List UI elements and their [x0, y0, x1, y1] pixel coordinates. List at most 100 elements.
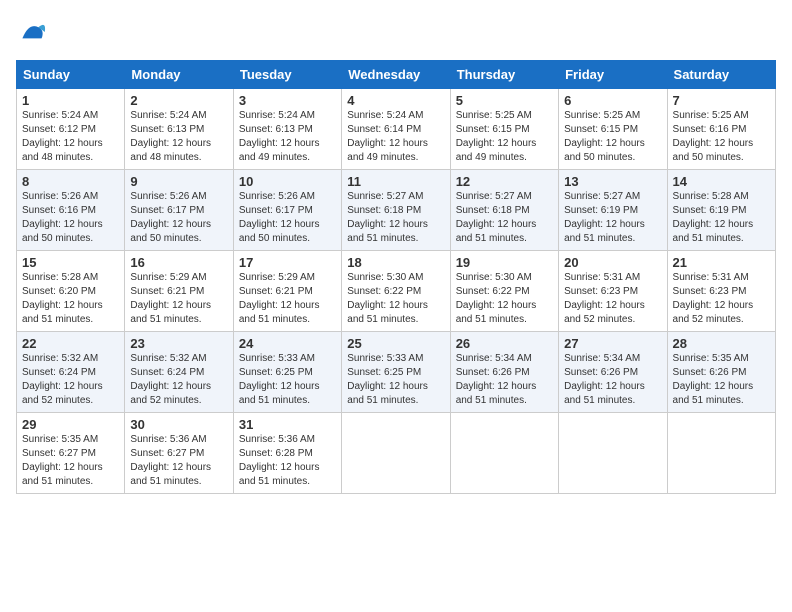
calendar-cell: 19Sunrise: 5:30 AMSunset: 6:22 PMDayligh… [450, 251, 558, 332]
day-info: Sunrise: 5:29 AMSunset: 6:21 PMDaylight:… [239, 271, 336, 327]
day-number: 27 [564, 336, 661, 351]
day-number: 30 [130, 417, 227, 432]
day-info: Sunrise: 5:27 AMSunset: 6:19 PMDaylight:… [564, 190, 661, 246]
day-number: 17 [239, 255, 336, 270]
day-info: Sunrise: 5:31 AMSunset: 6:23 PMDaylight:… [564, 271, 661, 327]
day-info: Sunrise: 5:30 AMSunset: 6:22 PMDaylight:… [347, 271, 444, 327]
col-header-sunday: Sunday [17, 61, 125, 89]
calendar-cell: 12Sunrise: 5:27 AMSunset: 6:18 PMDayligh… [450, 170, 558, 251]
calendar-cell: 3Sunrise: 5:24 AMSunset: 6:13 PMDaylight… [233, 89, 341, 170]
calendar-cell: 9Sunrise: 5:26 AMSunset: 6:17 PMDaylight… [125, 170, 233, 251]
calendar-cell: 17Sunrise: 5:29 AMSunset: 6:21 PMDayligh… [233, 251, 341, 332]
day-info: Sunrise: 5:26 AMSunset: 6:17 PMDaylight:… [239, 190, 336, 246]
calendar-cell: 31Sunrise: 5:36 AMSunset: 6:28 PMDayligh… [233, 413, 341, 494]
day-number: 20 [564, 255, 661, 270]
calendar-cell: 13Sunrise: 5:27 AMSunset: 6:19 PMDayligh… [559, 170, 667, 251]
calendar-cell: 28Sunrise: 5:35 AMSunset: 6:26 PMDayligh… [667, 332, 775, 413]
calendar-cell: 23Sunrise: 5:32 AMSunset: 6:24 PMDayligh… [125, 332, 233, 413]
day-number: 28 [673, 336, 770, 351]
day-number: 13 [564, 174, 661, 189]
day-number: 12 [456, 174, 553, 189]
day-number: 15 [22, 255, 119, 270]
day-info: Sunrise: 5:32 AMSunset: 6:24 PMDaylight:… [130, 352, 227, 408]
calendar-cell: 4Sunrise: 5:24 AMSunset: 6:14 PMDaylight… [342, 89, 450, 170]
calendar-cell: 2Sunrise: 5:24 AMSunset: 6:13 PMDaylight… [125, 89, 233, 170]
day-number: 3 [239, 93, 336, 108]
calendar-cell: 26Sunrise: 5:34 AMSunset: 6:26 PMDayligh… [450, 332, 558, 413]
week-row-5: 29Sunrise: 5:35 AMSunset: 6:27 PMDayligh… [17, 413, 776, 494]
calendar-cell [667, 413, 775, 494]
calendar-cell [559, 413, 667, 494]
day-number: 24 [239, 336, 336, 351]
day-info: Sunrise: 5:27 AMSunset: 6:18 PMDaylight:… [456, 190, 553, 246]
calendar-cell: 5Sunrise: 5:25 AMSunset: 6:15 PMDaylight… [450, 89, 558, 170]
day-number: 10 [239, 174, 336, 189]
calendar-cell: 11Sunrise: 5:27 AMSunset: 6:18 PMDayligh… [342, 170, 450, 251]
day-info: Sunrise: 5:34 AMSunset: 6:26 PMDaylight:… [564, 352, 661, 408]
calendar-cell: 10Sunrise: 5:26 AMSunset: 6:17 PMDayligh… [233, 170, 341, 251]
calendar-cell: 30Sunrise: 5:36 AMSunset: 6:27 PMDayligh… [125, 413, 233, 494]
day-number: 16 [130, 255, 227, 270]
day-info: Sunrise: 5:24 AMSunset: 6:13 PMDaylight:… [239, 109, 336, 165]
day-number: 7 [673, 93, 770, 108]
col-header-thursday: Thursday [450, 61, 558, 89]
day-info: Sunrise: 5:29 AMSunset: 6:21 PMDaylight:… [130, 271, 227, 327]
col-header-wednesday: Wednesday [342, 61, 450, 89]
col-header-saturday: Saturday [667, 61, 775, 89]
day-number: 2 [130, 93, 227, 108]
day-number: 21 [673, 255, 770, 270]
calendar-cell: 25Sunrise: 5:33 AMSunset: 6:25 PMDayligh… [342, 332, 450, 413]
day-info: Sunrise: 5:33 AMSunset: 6:25 PMDaylight:… [239, 352, 336, 408]
day-info: Sunrise: 5:31 AMSunset: 6:23 PMDaylight:… [673, 271, 770, 327]
day-info: Sunrise: 5:32 AMSunset: 6:24 PMDaylight:… [22, 352, 119, 408]
day-info: Sunrise: 5:36 AMSunset: 6:28 PMDaylight:… [239, 433, 336, 489]
day-number: 18 [347, 255, 444, 270]
day-info: Sunrise: 5:24 AMSunset: 6:14 PMDaylight:… [347, 109, 444, 165]
day-number: 26 [456, 336, 553, 351]
calendar-cell: 6Sunrise: 5:25 AMSunset: 6:15 PMDaylight… [559, 89, 667, 170]
day-info: Sunrise: 5:34 AMSunset: 6:26 PMDaylight:… [456, 352, 553, 408]
calendar-cell: 22Sunrise: 5:32 AMSunset: 6:24 PMDayligh… [17, 332, 125, 413]
day-number: 1 [22, 93, 119, 108]
header [16, 16, 776, 48]
calendar-cell: 14Sunrise: 5:28 AMSunset: 6:19 PMDayligh… [667, 170, 775, 251]
day-number: 19 [456, 255, 553, 270]
logo [16, 16, 52, 48]
calendar-cell: 1Sunrise: 5:24 AMSunset: 6:12 PMDaylight… [17, 89, 125, 170]
day-info: Sunrise: 5:28 AMSunset: 6:20 PMDaylight:… [22, 271, 119, 327]
day-number: 8 [22, 174, 119, 189]
day-info: Sunrise: 5:25 AMSunset: 6:16 PMDaylight:… [673, 109, 770, 165]
calendar-cell: 18Sunrise: 5:30 AMSunset: 6:22 PMDayligh… [342, 251, 450, 332]
calendar-cell: 24Sunrise: 5:33 AMSunset: 6:25 PMDayligh… [233, 332, 341, 413]
day-info: Sunrise: 5:25 AMSunset: 6:15 PMDaylight:… [456, 109, 553, 165]
day-number: 29 [22, 417, 119, 432]
day-number: 22 [22, 336, 119, 351]
day-info: Sunrise: 5:26 AMSunset: 6:16 PMDaylight:… [22, 190, 119, 246]
day-info: Sunrise: 5:35 AMSunset: 6:27 PMDaylight:… [22, 433, 119, 489]
calendar-cell [450, 413, 558, 494]
day-info: Sunrise: 5:26 AMSunset: 6:17 PMDaylight:… [130, 190, 227, 246]
day-info: Sunrise: 5:25 AMSunset: 6:15 PMDaylight:… [564, 109, 661, 165]
week-row-2: 8Sunrise: 5:26 AMSunset: 6:16 PMDaylight… [17, 170, 776, 251]
col-header-tuesday: Tuesday [233, 61, 341, 89]
week-row-3: 15Sunrise: 5:28 AMSunset: 6:20 PMDayligh… [17, 251, 776, 332]
calendar-cell: 16Sunrise: 5:29 AMSunset: 6:21 PMDayligh… [125, 251, 233, 332]
day-info: Sunrise: 5:33 AMSunset: 6:25 PMDaylight:… [347, 352, 444, 408]
day-number: 23 [130, 336, 227, 351]
calendar-cell: 29Sunrise: 5:35 AMSunset: 6:27 PMDayligh… [17, 413, 125, 494]
day-info: Sunrise: 5:28 AMSunset: 6:19 PMDaylight:… [673, 190, 770, 246]
week-row-1: 1Sunrise: 5:24 AMSunset: 6:12 PMDaylight… [17, 89, 776, 170]
col-header-friday: Friday [559, 61, 667, 89]
day-info: Sunrise: 5:30 AMSunset: 6:22 PMDaylight:… [456, 271, 553, 327]
day-number: 9 [130, 174, 227, 189]
calendar-cell: 8Sunrise: 5:26 AMSunset: 6:16 PMDaylight… [17, 170, 125, 251]
logo-icon [16, 16, 48, 48]
day-info: Sunrise: 5:35 AMSunset: 6:26 PMDaylight:… [673, 352, 770, 408]
day-number: 6 [564, 93, 661, 108]
day-number: 25 [347, 336, 444, 351]
day-info: Sunrise: 5:24 AMSunset: 6:12 PMDaylight:… [22, 109, 119, 165]
day-info: Sunrise: 5:36 AMSunset: 6:27 PMDaylight:… [130, 433, 227, 489]
calendar-cell: 7Sunrise: 5:25 AMSunset: 6:16 PMDaylight… [667, 89, 775, 170]
day-info: Sunrise: 5:24 AMSunset: 6:13 PMDaylight:… [130, 109, 227, 165]
day-info: Sunrise: 5:27 AMSunset: 6:18 PMDaylight:… [347, 190, 444, 246]
